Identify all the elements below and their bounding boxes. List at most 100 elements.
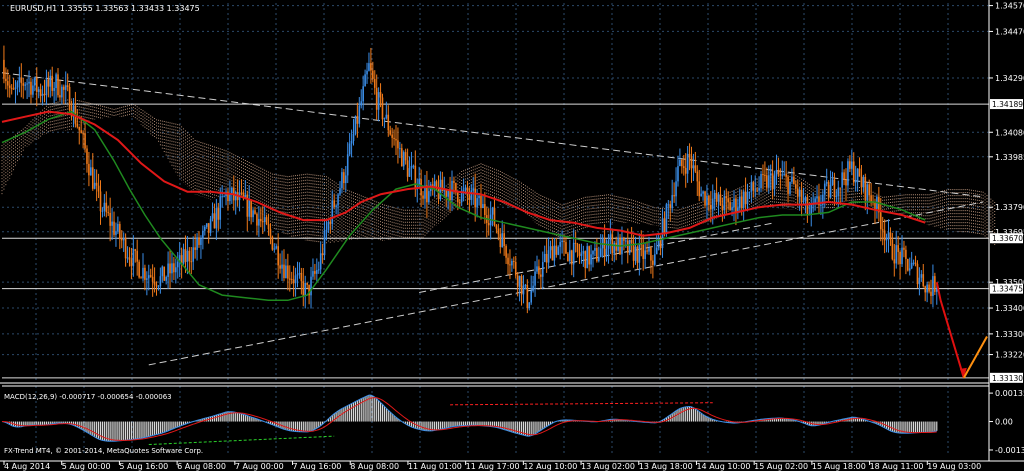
candle-body bbox=[184, 249, 187, 262]
candle-body bbox=[779, 174, 782, 176]
candle-body bbox=[275, 246, 278, 249]
candle-body bbox=[881, 229, 884, 231]
candle-body bbox=[802, 201, 805, 203]
copyright-text: FX-Trend MT4, © 2001-2014, MetaQuotes So… bbox=[4, 447, 203, 455]
candle-body bbox=[78, 126, 81, 131]
candle-body bbox=[648, 248, 650, 252]
candle-body bbox=[499, 234, 502, 248]
candle-body bbox=[47, 79, 50, 87]
candle-body bbox=[905, 249, 907, 259]
candle-body bbox=[186, 250, 189, 262]
candle-body bbox=[932, 276, 934, 296]
candle-body bbox=[538, 266, 540, 275]
candle-body bbox=[914, 262, 917, 264]
candle-body bbox=[746, 192, 749, 205]
candle-body bbox=[665, 204, 668, 234]
candle-body bbox=[250, 199, 252, 218]
candle-body bbox=[196, 237, 198, 250]
candle-body bbox=[68, 86, 71, 111]
candle-body bbox=[866, 184, 869, 201]
candle-body bbox=[35, 77, 38, 92]
time-axis-label: 15 Aug 18:00 bbox=[812, 462, 866, 471]
candle-body bbox=[14, 87, 17, 90]
candle-body bbox=[526, 284, 529, 309]
candle-body bbox=[391, 134, 393, 138]
candle-body bbox=[234, 192, 237, 201]
candle-body bbox=[273, 248, 276, 250]
candle-body bbox=[271, 236, 274, 250]
candle-body bbox=[549, 246, 552, 251]
candle-body bbox=[667, 204, 670, 206]
candle-body bbox=[634, 246, 637, 261]
candle-body bbox=[903, 247, 905, 250]
candle-body bbox=[563, 240, 565, 243]
candle-body bbox=[240, 192, 243, 194]
candle-body bbox=[12, 88, 15, 90]
candle-body bbox=[773, 175, 776, 190]
candle-body bbox=[5, 78, 7, 82]
candle-body bbox=[901, 247, 903, 265]
candle-body bbox=[603, 238, 606, 257]
candle-body bbox=[522, 285, 525, 295]
candle-body bbox=[597, 256, 600, 262]
candle-body bbox=[316, 270, 318, 274]
candle-body bbox=[800, 189, 803, 202]
candle-body bbox=[317, 269, 320, 271]
candle-body bbox=[231, 187, 233, 194]
candle-body bbox=[731, 207, 733, 211]
candle-body bbox=[584, 251, 587, 269]
candle-body bbox=[447, 191, 449, 197]
candle-body bbox=[86, 148, 88, 164]
candle-body bbox=[134, 249, 137, 251]
candle-body bbox=[889, 232, 892, 240]
candle-body bbox=[829, 184, 832, 198]
candle-body bbox=[748, 191, 751, 193]
candle-body bbox=[713, 192, 716, 200]
candle-body bbox=[764, 175, 766, 177]
candle-body bbox=[130, 259, 133, 267]
candle-body bbox=[771, 173, 774, 190]
candle-body bbox=[669, 204, 672, 209]
candle-body bbox=[379, 92, 382, 98]
candle-body bbox=[617, 237, 619, 251]
candle-body bbox=[907, 258, 909, 271]
candle-body bbox=[920, 274, 923, 278]
candle-body bbox=[599, 248, 602, 257]
candle-body bbox=[816, 196, 818, 199]
candle-body bbox=[530, 290, 532, 303]
candle-body bbox=[39, 89, 42, 96]
candle-body bbox=[113, 221, 115, 235]
candle-body bbox=[723, 196, 726, 211]
candle-body bbox=[462, 190, 465, 192]
candle-body bbox=[532, 285, 534, 291]
time-axis-label: 19 Aug 03:00 bbox=[927, 462, 981, 471]
candle-body bbox=[675, 181, 677, 197]
candle-body bbox=[310, 276, 312, 296]
price-label-text: 1.34189 bbox=[992, 100, 1023, 109]
candle-body bbox=[852, 161, 855, 183]
candle-body bbox=[287, 265, 289, 279]
candle-body bbox=[109, 212, 111, 226]
candle-body bbox=[655, 247, 658, 255]
candle-body bbox=[30, 81, 32, 95]
candle-body bbox=[688, 153, 691, 158]
candle-body bbox=[281, 264, 283, 269]
candle-body bbox=[796, 188, 799, 197]
candle-body bbox=[167, 263, 169, 277]
candle-body bbox=[570, 250, 573, 265]
candle-body bbox=[626, 240, 629, 254]
candle-body bbox=[140, 277, 142, 279]
candle-body bbox=[868, 184, 870, 196]
candle-body bbox=[372, 70, 374, 79]
candle-body bbox=[684, 167, 687, 174]
candle-body bbox=[592, 250, 594, 255]
candle-body bbox=[833, 179, 836, 197]
candle-body bbox=[744, 191, 747, 205]
candle-body bbox=[350, 141, 353, 144]
candle-body bbox=[428, 191, 430, 203]
candle-body bbox=[514, 261, 517, 276]
price-axis-label: 1.34080 bbox=[995, 128, 1024, 137]
candle-body bbox=[557, 246, 560, 255]
candle-body bbox=[182, 249, 185, 264]
candle-body bbox=[781, 174, 784, 176]
